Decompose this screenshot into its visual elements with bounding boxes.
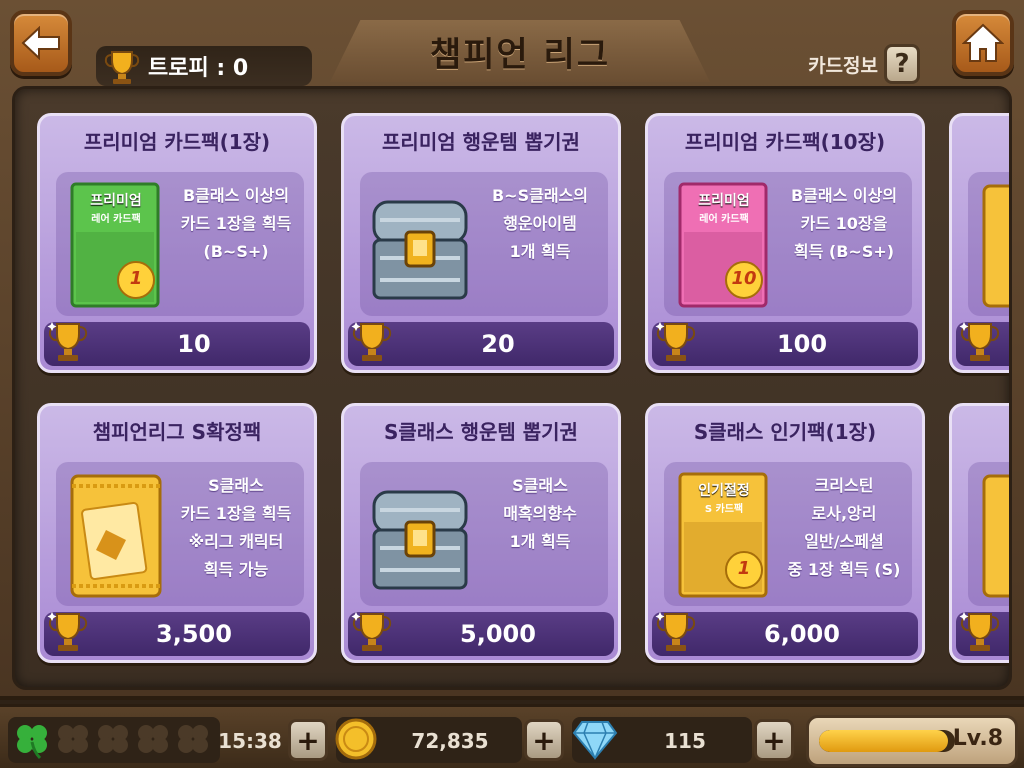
shop-item-card[interactable]: 챔 <box>949 113 1009 373</box>
item-title: S클래스 행운템 뽑기권 <box>384 420 578 444</box>
pack-sublabel: 레어 카드팩 <box>699 214 749 225</box>
item-body: S클래스 카드 1장을 획득 ※리그 캐릭터 획득 가능 <box>56 462 304 606</box>
item-body <box>968 172 1009 316</box>
item-price: 5,000 <box>460 620 536 648</box>
pack-label: 프리미엄 <box>90 193 142 209</box>
trophy-counter: 트로피 : 0 <box>96 46 312 86</box>
coin-count: 72,835 <box>411 729 489 753</box>
xp-bar-fill <box>819 730 949 752</box>
title-plate: 챔피언 리그 <box>330 20 710 82</box>
home-icon <box>962 23 1004 62</box>
item-description: B~S클래스의 행운아이템 1개 획득 <box>491 186 588 261</box>
shop-item-card[interactable]: S클래스 인기팩(1장) 인기절정 S 카드팩 1 크리스틴 로사,앙리 일반/… <box>645 403 925 663</box>
price-button[interactable]: 6,000 <box>652 612 918 656</box>
price-button[interactable]: 100 <box>652 322 918 366</box>
price-button[interactable]: 3,500 <box>44 612 310 656</box>
price-button[interactable]: 10 <box>44 322 310 366</box>
item-body: 프리미엄 레어 카드팩 1 B클래스 이상의 카드 1장을 획득 (B~S+) <box>56 172 304 316</box>
item-price: 3,500 <box>156 620 232 648</box>
item-description: S클래스 카드 1장을 획득 ※리그 캐릭터 획득 가능 <box>180 476 292 579</box>
diamond-icon <box>572 721 618 760</box>
card-pack-icon <box>982 184 1009 308</box>
item-price <box>996 322 1009 366</box>
item-body <box>968 462 1009 606</box>
shop-item-card[interactable]: S클래스 행운템 뽑기권 S클래스 매혹의향수 1개 획득 5,000 <box>341 403 621 663</box>
add-gem-button[interactable]: + <box>754 719 794 761</box>
item-title: 프리미엄 카드팩(1장) <box>83 130 271 154</box>
item-body: B~S클래스의 행운아이템 1개 획득 <box>360 172 608 316</box>
item-price <box>996 612 1009 656</box>
level-indicator: Lv.8 <box>806 715 1018 767</box>
item-description: 크리스틴 로사,앙리 일반/스페셜 중 1장 획득 (S) <box>787 476 901 579</box>
price-button[interactable] <box>956 322 1009 366</box>
gem-count: 115 <box>664 729 706 753</box>
plus-icon: + <box>762 723 786 757</box>
item-body: S클래스 매혹의향수 1개 획득 <box>360 462 608 606</box>
back-button[interactable] <box>10 10 72 76</box>
item-title: 챔피언리그 S확정팩 <box>92 420 262 444</box>
shop-item-card[interactable] <box>949 403 1009 663</box>
treasure-chest-icon <box>372 200 468 300</box>
pack-sublabel: 레어 카드팩 <box>91 214 141 225</box>
xp-bar <box>819 730 955 752</box>
item-description: B클래스 이상의 카드 1장을 획득 (B~S+) <box>180 186 292 261</box>
shop-panel: 프리미엄 카드팩(1장) 프리미엄 레어 카드팩 1 B클래스 이상의 카드 1… <box>12 86 1012 690</box>
item-price: 100 <box>776 330 828 358</box>
shop-item-card[interactable]: 프리미엄 카드팩(1장) 프리미엄 레어 카드팩 1 B클래스 이상의 카드 1… <box>37 113 317 373</box>
item-price: 6,000 <box>764 620 840 648</box>
pack-label: 프리미엄 <box>698 193 750 209</box>
trophy-count: 트로피 : 0 <box>148 56 249 81</box>
item-body: 인기절정 S 카드팩 1 크리스틴 로사,앙리 일반/스페셜 중 1장 획득 (… <box>664 462 912 606</box>
item-price: 20 <box>481 330 515 358</box>
item-body: 프리미엄 레어 카드팩 10 B클래스 이상의 카드 10장을 획득 (B~S+… <box>664 172 912 316</box>
trophy-icon <box>104 51 140 84</box>
pack-count-badge: 1 <box>129 268 143 289</box>
card-info-label: 카드정보 <box>808 54 878 77</box>
pack-sublabel: S 카드팩 <box>704 504 744 515</box>
item-price: 10 <box>177 330 211 358</box>
clover-icon <box>17 725 47 760</box>
coin-icon <box>335 718 377 760</box>
card-pack-icon: 프리미엄 레어 카드팩 1 <box>66 180 166 310</box>
shop-item-card[interactable]: 챔피언리그 S확정팩 S클래스 카드 1장을 획득 ※리그 캐릭터 획득 가능 … <box>37 403 317 663</box>
pack-count-badge: 1 <box>737 558 751 579</box>
shop-item-card[interactable]: 프리미엄 카드팩(10장) 프리미엄 레어 카드팩 10 B클래스 이상의 카드… <box>645 113 925 373</box>
gold-card-pouch-icon <box>70 474 162 598</box>
price-button[interactable]: 5,000 <box>348 612 614 656</box>
card-pack-icon <box>982 474 1009 598</box>
item-description: B클래스 이상의 카드 10장을 획득 (B~S+) <box>790 186 898 261</box>
shop-item-card[interactable]: 프리미엄 행운템 뽑기권 B~S클래스의 행운아이템 1개 획득 20 <box>341 113 621 373</box>
card-info-button[interactable]: 카드정보 ? <box>784 42 920 86</box>
add-clover-button[interactable]: + <box>288 719 328 761</box>
price-button[interactable] <box>956 612 1009 656</box>
price-button[interactable]: 20 <box>348 322 614 366</box>
level-label: Lv.8 <box>952 726 1003 751</box>
page-title: 챔피언 리그 <box>429 34 611 75</box>
back-arrow-icon <box>21 26 60 60</box>
item-title: 프리미엄 행운템 뽑기권 <box>382 130 580 154</box>
clover-timer: 15:38 <box>218 729 282 753</box>
card-pack-icon: 프리미엄 레어 카드팩 10 <box>674 180 774 310</box>
help-icon: ? <box>884 44 920 84</box>
clover-slots <box>8 717 220 763</box>
plus-icon: + <box>296 723 320 757</box>
pack-label: 인기절정 <box>698 483 750 499</box>
item-title: S클래스 인기팩(1장) <box>693 420 877 444</box>
plus-icon: + <box>532 723 556 757</box>
item-title: 프리미엄 카드팩(10장) <box>684 130 886 154</box>
treasure-chest-icon <box>372 490 468 590</box>
empty-clover-icon <box>58 725 208 753</box>
item-description: S클래스 매혹의향수 1개 획득 <box>503 476 577 551</box>
item-title: 챔 <box>952 126 1009 155</box>
bottom-status-bar: 15:38 + 72,835 + 115 + Lv.8 <box>0 704 1024 768</box>
home-button[interactable] <box>952 10 1014 76</box>
add-coin-button[interactable]: + <box>524 719 564 761</box>
pack-count-badge: 10 <box>731 268 757 289</box>
card-pack-icon: 인기절정 S 카드팩 1 <box>674 470 774 600</box>
